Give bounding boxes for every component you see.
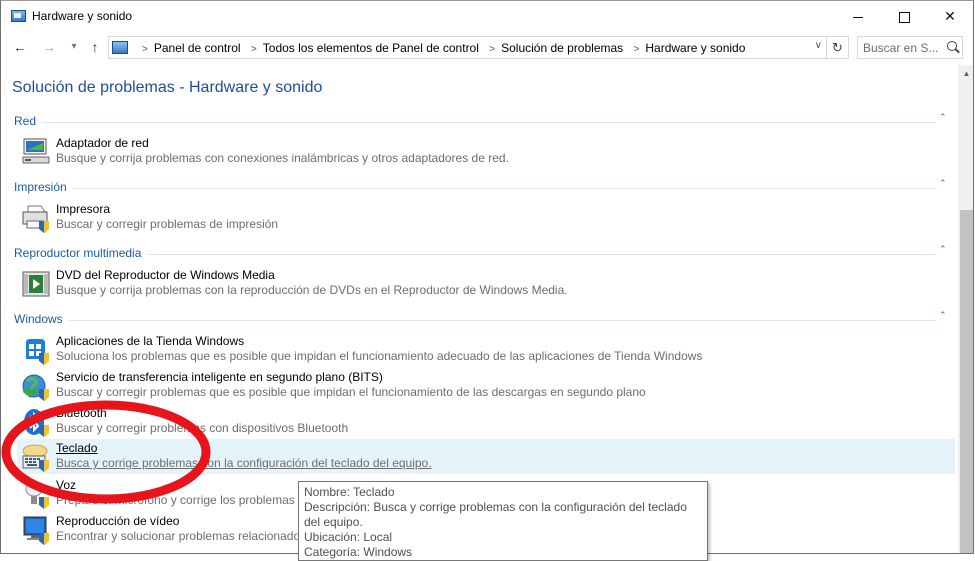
chevron-right-icon[interactable]: >: [251, 44, 257, 55]
item-description: Busca y corrige problemas con la configu…: [56, 456, 432, 470]
tooltip-location: Ubicación: Local: [304, 530, 393, 544]
list-item[interactable]: Aplicaciones de la Tienda Windows Soluci…: [19, 332, 955, 367]
group-header[interactable]: Reproductor multimedia: [14, 246, 148, 260]
breadcrumb-item[interactable]: Hardware y sonido: [645, 41, 745, 55]
item-title[interactable]: Impresora: [56, 202, 110, 216]
list-item[interactable]: Impresora Buscar y corregir problemas de…: [19, 200, 955, 235]
group-header[interactable]: Impresión: [14, 180, 73, 194]
list-item[interactable]: Bluetooth Buscar y corregir problemas co…: [19, 404, 955, 439]
item-title[interactable]: Reproducción de vídeo: [56, 514, 179, 528]
navigation-bar: ← → ▾ ↑ > Panel de control > Todos los ele…: [1, 34, 973, 62]
item-description: Buscar y corregir problemas que es posib…: [56, 385, 646, 399]
item-description: Prepare el micrófono y corrige los probl…: [56, 493, 295, 507]
address-bar[interactable]: > Panel de control > Todos los elementos d…: [108, 36, 827, 59]
up-button[interactable]: ↑: [85, 37, 105, 57]
list-item[interactable]: Servicio de transferencia inteligente en…: [19, 368, 955, 403]
chevron-right-icon[interactable]: >: [634, 44, 640, 55]
breadcrumb: > Panel de control > Todos los elementos d…: [135, 41, 745, 55]
windows-store-icon: [26, 339, 49, 365]
control-panel-icon: [112, 41, 128, 54]
page-title: Solución de problemas - Hardware y sonid…: [12, 79, 323, 96]
network-adapter-icon: [22, 138, 50, 164]
item-title[interactable]: Teclado: [56, 441, 97, 455]
keyboard-icon: [22, 444, 49, 472]
list-item[interactable]: DVD del Reproductor de Windows Media Bus…: [19, 266, 955, 301]
window: Hardware y sonido ✕ ← → ▾ ↑ > Panel de co…: [0, 0, 974, 554]
tooltip: Nombre: Teclado Descripción: Busca y cor…: [298, 481, 708, 561]
printer-icon: [22, 205, 49, 233]
chevron-up-icon[interactable]: ⌃: [939, 178, 947, 189]
item-description: Buscar y corregir problemas con disposit…: [56, 421, 349, 435]
video-playback-icon: [23, 516, 49, 545]
bits-icon: [22, 374, 49, 401]
close-icon: ✕: [944, 8, 956, 24]
item-description: Encontrar y solucionar problemas relacio…: [56, 529, 301, 543]
back-button[interactable]: ←: [10, 37, 30, 57]
item-title[interactable]: Servicio de transferencia inteligente en…: [56, 370, 383, 384]
item-title[interactable]: Bluetooth: [56, 406, 107, 420]
search-box[interactable]: [857, 36, 963, 59]
scroll-up-icon[interactable]: ▲: [958, 65, 973, 82]
item-title[interactable]: Adaptador de red: [56, 136, 149, 150]
title-bar: Hardware y sonido ✕: [1, 1, 973, 32]
group-divider: [14, 254, 936, 255]
bluetooth-icon: [24, 409, 49, 437]
item-description: Soluciona los problemas que es posible q…: [56, 349, 703, 363]
list-item[interactable]: Adaptador de red Busque y corrija proble…: [19, 134, 955, 169]
tooltip-name: Nombre: Teclado: [304, 485, 395, 499]
breadcrumb-item[interactable]: Solución de problemas: [501, 41, 623, 55]
tooltip-category: Categoría: Windows: [304, 545, 413, 559]
chevron-right-icon[interactable]: >: [489, 44, 495, 55]
chevron-up-icon[interactable]: ⌃: [939, 310, 947, 321]
group-divider: [14, 188, 936, 189]
speech-icon: [25, 481, 49, 509]
item-title[interactable]: Aplicaciones de la Tienda Windows: [56, 334, 244, 348]
group-header[interactable]: Red: [14, 114, 43, 128]
close-button[interactable]: ✕: [927, 1, 973, 32]
maximize-button[interactable]: [881, 1, 927, 32]
window-title: Hardware y sonido: [32, 9, 133, 23]
chevron-up-icon[interactable]: ⌃: [939, 244, 947, 255]
chevron-up-icon[interactable]: ⌃: [939, 112, 947, 123]
search-icon[interactable]: [947, 41, 957, 51]
dvd-player-icon: [22, 271, 50, 297]
item-description: Buscar y corregir problemas de impresión: [56, 217, 279, 231]
search-input[interactable]: [858, 37, 947, 58]
item-description: Busque y corrija problemas con conexione…: [56, 151, 509, 165]
chevron-right-icon[interactable]: >: [142, 44, 148, 55]
breadcrumb-item[interactable]: Panel de control: [154, 41, 241, 55]
group-divider: [14, 320, 936, 321]
scrollbar-thumb[interactable]: [960, 210, 973, 553]
item-title[interactable]: Voz: [56, 478, 76, 492]
recent-locations-button[interactable]: ▾: [64, 37, 84, 57]
vertical-scrollbar[interactable]: ▲: [958, 65, 973, 553]
refresh-button[interactable]: ↻: [827, 36, 849, 59]
chevron-down-icon[interactable]: ∨: [815, 40, 822, 51]
minimize-button[interactable]: [835, 1, 881, 32]
minimize-icon: [853, 16, 863, 18]
group-header[interactable]: Windows: [14, 312, 69, 326]
item-description: Busque y corrija problemas con la reprod…: [56, 283, 568, 297]
group-divider: [14, 122, 936, 123]
tooltip-description: Descripción: Busca y corrige problemas c…: [304, 500, 687, 529]
maximize-icon: [898, 11, 910, 23]
forward-button[interactable]: →: [39, 37, 59, 57]
list-item[interactable]: Teclado Busca y corrige problemas con la…: [17, 439, 955, 474]
breadcrumb-item[interactable]: Todos los elementos de Panel de control: [263, 41, 479, 55]
control-panel-icon: [11, 10, 26, 22]
refresh-icon: ↻: [832, 40, 843, 55]
item-title[interactable]: DVD del Reproductor de Windows Media: [56, 268, 275, 282]
